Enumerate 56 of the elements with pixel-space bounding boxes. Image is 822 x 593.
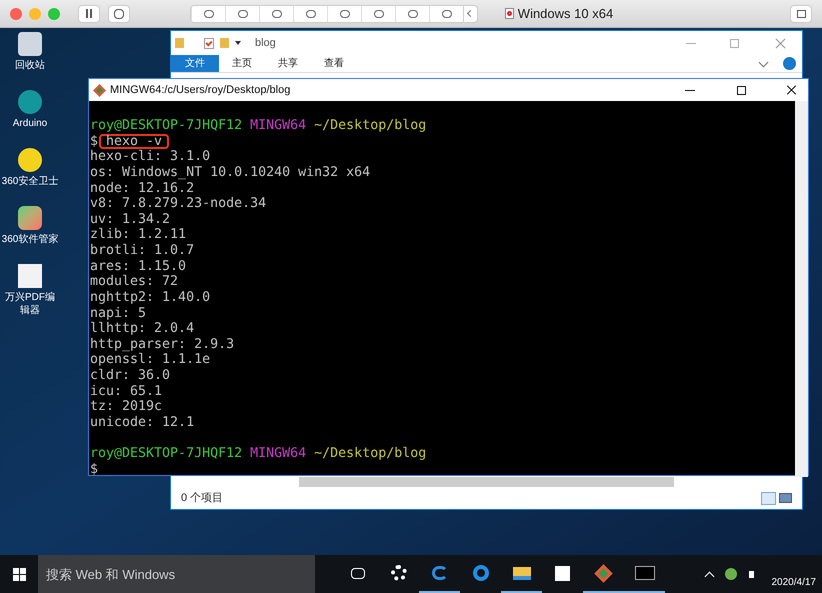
- close-icon[interactable]: [786, 85, 796, 95]
- output-line: icu: 65.1: [90, 384, 162, 400]
- prompt-symbol: $: [90, 134, 98, 150]
- output-line: http_parser: 2.9.3: [90, 336, 234, 352]
- prompt-env: MINGW64: [250, 446, 306, 462]
- prompt-user: roy@DESKTOP-7JHQF12: [90, 446, 242, 462]
- prompt-user: roy@DESKTOP-7JHQF12: [90, 118, 242, 134]
- search-field[interactable]: 搜索 Web 和 Windows: [38, 555, 315, 593]
- prompt-symbol: $: [90, 462, 98, 478]
- ribbon-tab[interactable]: 共享: [265, 55, 311, 72]
- icon-label[interactable]: 360安全卫士: [1, 175, 59, 188]
- icon-label[interactable]: 回收站: [1, 59, 59, 72]
- maximize-icon[interactable]: [737, 86, 746, 94]
- clock-date[interactable]: 2020/4/17: [772, 575, 816, 590]
- thumbnail-view-icon[interactable]: [779, 493, 792, 503]
- output-line: os: Windows_NT 10.0.10240 win32 x64: [90, 164, 370, 180]
- output-line: unicode: 12.1: [90, 414, 194, 430]
- ribbon-tab[interactable]: 查看: [311, 55, 357, 72]
- output-line: uv: 1.34.2: [90, 212, 170, 228]
- output-line: napi: 5: [90, 306, 146, 322]
- horizontal-scrollbar[interactable]: [299, 477, 674, 487]
- help-icon[interactable]: [783, 57, 796, 70]
- checklist-icon[interactable]: [204, 38, 214, 48]
- output-line: cldr: 36.0: [90, 368, 170, 384]
- output-line: tz: 2019c: [90, 399, 162, 415]
- output-line: node: 12.16.2: [90, 180, 194, 196]
- status-text: 0 个项目: [181, 490, 224, 506]
- scrollbar[interactable]: [795, 101, 808, 478]
- icon-label[interactable]: Arduino: [1, 117, 59, 130]
- dropdown-icon[interactable]: [235, 41, 241, 45]
- prompt-env: MINGW64: [250, 118, 306, 134]
- ribbon-tab[interactable]: 文件: [171, 55, 219, 72]
- git-icon: [93, 84, 106, 96]
- output-line: ares: 1.15.0: [90, 258, 186, 274]
- output-line: nghttp2: 1.40.0: [90, 290, 210, 306]
- icon-label[interactable]: 360软件管家: [1, 233, 59, 246]
- folder-icon: [175, 38, 184, 48]
- output-line: v8: 7.8.279.23-node.34: [90, 196, 266, 212]
- window-icon[interactable]: [790, 4, 812, 22]
- window-title: blog: [255, 36, 276, 51]
- icon-label[interactable]: 万兴PDF编辑器: [1, 291, 59, 317]
- command-text: hexo -v: [99, 134, 170, 150]
- settings-icon[interactable]: [108, 4, 130, 22]
- prompt-path: ~/Desktop/blog: [314, 118, 426, 134]
- pause-icon[interactable]: [78, 4, 100, 22]
- output-line: zlib: 1.2.11: [90, 227, 186, 243]
- prompt-path: ~/Desktop/blog: [314, 446, 426, 462]
- output-line: brotli: 1.0.7: [90, 243, 194, 259]
- output-line: modules: 72: [90, 274, 178, 290]
- output-line: llhttp: 2.0.4: [90, 321, 194, 337]
- vm-icon: [504, 8, 514, 19]
- output-line: openssl: 1.1.1e: [90, 352, 210, 368]
- window-title: MINGW64:/c/Users/roy/Desktop/blog: [110, 82, 290, 98]
- window-title: Windows 10 x64: [518, 4, 614, 23]
- output-line: hexo-cli: 3.1.0: [90, 149, 210, 165]
- ribbon-tab[interactable]: 主页: [219, 55, 265, 72]
